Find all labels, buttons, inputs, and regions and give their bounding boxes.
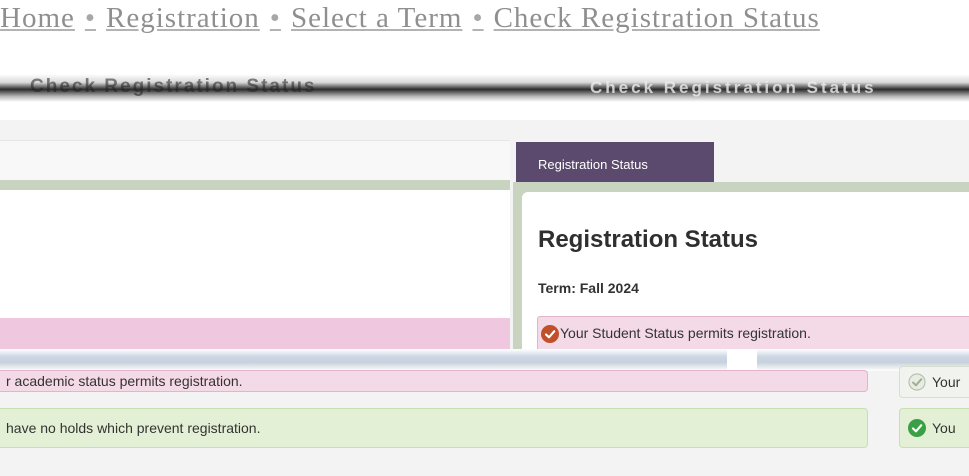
overlay-gap <box>727 349 757 371</box>
left-panel-header <box>0 140 510 181</box>
term-label: Term: Fall 2024 <box>538 280 639 296</box>
breadcrumb-select-term[interactable]: Select a Term <box>291 2 462 34</box>
mini-holds-message: You <box>899 408 969 448</box>
left-panel-divider <box>0 180 510 190</box>
mini-holds-text: You <box>932 420 956 436</box>
holds-text: have no holds which prevent registration… <box>6 420 261 436</box>
left-status-banner <box>0 318 510 350</box>
mini-academic-text: Your <box>932 374 961 390</box>
page-title: Check Registration Status <box>30 76 317 97</box>
mini-academic-message: Your <box>899 366 969 398</box>
breadcrumb-registration[interactable]: Registration <box>106 2 260 34</box>
overlay-strip <box>0 349 969 371</box>
check-circle-icon <box>541 325 559 343</box>
academic-status-message: r academic status permits registration. <box>0 370 868 392</box>
breadcrumb-check-status: Check Registration Status <box>493 2 820 34</box>
student-status-text: Your Student Status permits registration… <box>560 325 811 341</box>
page-title-bar: Check Registration Status Check Registra… <box>0 74 969 102</box>
check-circle-icon <box>908 373 926 391</box>
left-panel-body <box>0 190 510 320</box>
breadcrumb-separator: • <box>84 2 97 34</box>
status-heading: Registration Status <box>538 226 759 253</box>
academic-status-text: r academic status permits registration. <box>6 373 243 389</box>
breadcrumb: Home • Registration • Select a Term • Check Re… <box>0 2 969 42</box>
holds-message: have no holds which prevent registration… <box>0 408 868 448</box>
top-header-band: Home • Registration • Select a Term • Check Re… <box>0 0 969 120</box>
tab-registration-status[interactable]: Registration Status <box>516 142 714 182</box>
breadcrumb-separator: • <box>472 2 484 34</box>
check-circle-icon <box>908 419 926 437</box>
page-title-echo: Check Registration Status <box>590 78 877 97</box>
breadcrumb-home[interactable]: Home <box>0 2 75 34</box>
breadcrumb-separator: • <box>269 2 281 34</box>
